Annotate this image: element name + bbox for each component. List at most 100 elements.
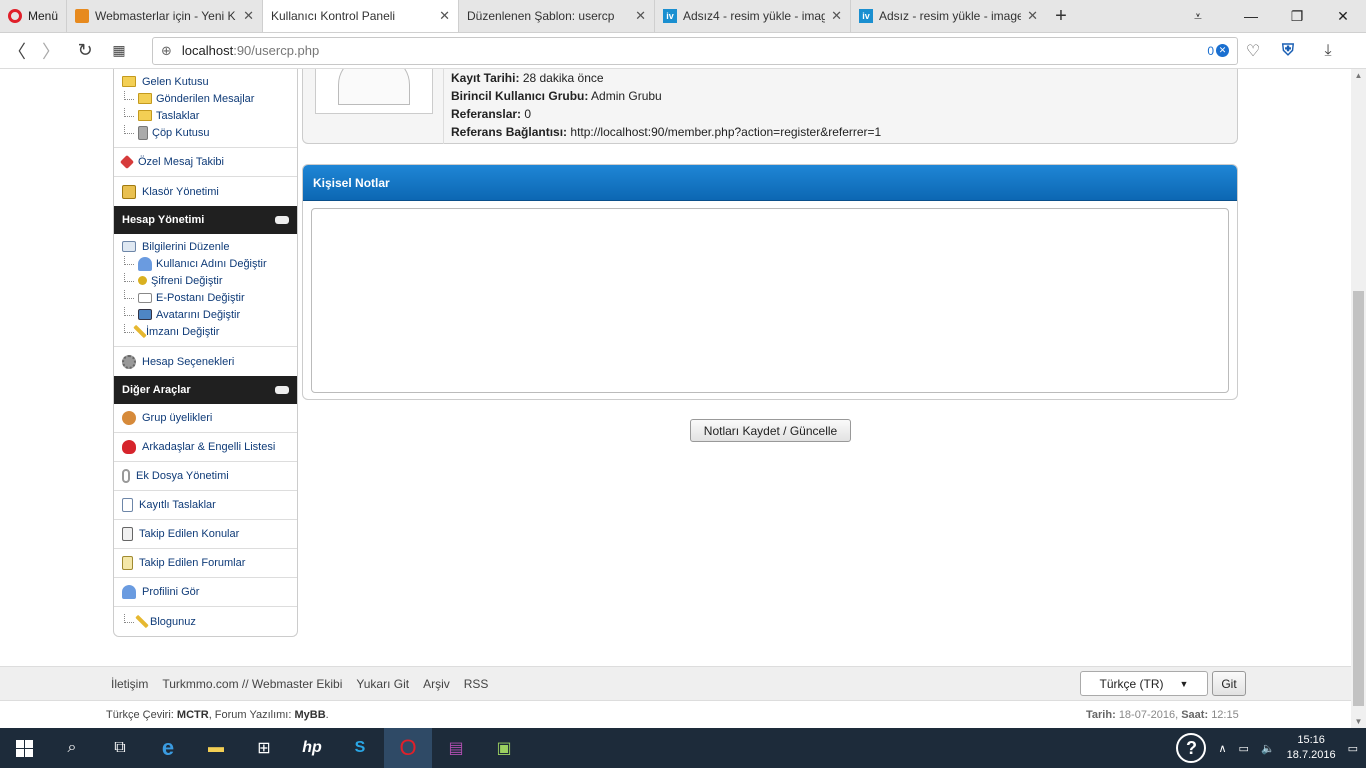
footer-link-top[interactable]: Yukarı Git	[356, 677, 409, 691]
other-section-header[interactable]: Diğer Araçlar	[114, 376, 297, 404]
edge-icon[interactable]: e	[144, 728, 192, 768]
store-icon[interactable]: ⊞	[240, 728, 288, 768]
sidebar-item-change-signature[interactable]: İmzanı Değiştir	[114, 323, 297, 340]
footer-link-contact[interactable]: İletişim	[111, 677, 148, 691]
language-select[interactable]: Türkçe (TR) ▼	[1080, 671, 1208, 696]
scroll-up-icon[interactable]: ▲	[1351, 71, 1366, 80]
sidebar-item-label: Şifreni Değiştir	[151, 274, 223, 287]
restore-icon[interactable]: ❐	[1274, 0, 1320, 32]
network-icon[interactable]: ▭	[1239, 742, 1249, 755]
bookmark-heart-icon[interactable]: ♡	[1238, 41, 1268, 61]
sidebar-item-buddy-list[interactable]: Arkadaşlar & Engelli Listesi	[114, 433, 297, 462]
section-title: Diğer Araçlar	[122, 384, 191, 396]
sidebar-item-sent[interactable]: Gönderilen Mesajlar	[114, 90, 297, 107]
sidebar-item-folders[interactable]: Klasör Yönetimi	[114, 177, 297, 206]
tab-menu-icon[interactable]: ⩡	[1168, 0, 1228, 32]
page-scrollbar[interactable]: ▲ ▼	[1351, 69, 1366, 728]
sidebar-item-options[interactable]: Hesap Seçenekleri	[114, 347, 297, 376]
mybb-link[interactable]: MyBB	[294, 709, 325, 721]
sidebar-item-blog[interactable]: Blogunuz	[114, 607, 297, 636]
sidebar-item-trash[interactable]: Çöp Kutusu	[114, 124, 297, 141]
scrollbar-thumb[interactable]	[1353, 291, 1364, 706]
sidebar-item-change-password[interactable]: Şifreni Değiştir	[114, 272, 297, 289]
tab-webmaster[interactable]: Webmasterlar için - Yeni K ✕	[66, 0, 262, 32]
url-text[interactable]: localhost:90/usercp.php	[182, 43, 1197, 58]
search-icon[interactable]: ⌕	[48, 728, 96, 768]
primary-group-row: Birincil Kullanıcı Grubu: Admin Grubu	[451, 89, 662, 103]
sidebar-item-edit-profile[interactable]: Bilgilerini Düzenle	[114, 238, 297, 255]
opera-taskbar-icon[interactable]: O	[384, 728, 432, 768]
forums-icon	[122, 556, 133, 570]
notes-textarea[interactable]	[311, 208, 1229, 393]
download-icon[interactable]: ⤓	[1308, 42, 1348, 60]
notepad-icon[interactable]: ▣	[480, 728, 528, 768]
sidebar-item-inbox[interactable]: Gelen Kutusu	[114, 73, 297, 90]
help-icon[interactable]: ?	[1176, 733, 1207, 763]
menu-label: Menü	[28, 9, 59, 23]
close-icon[interactable]: ✕	[831, 8, 842, 24]
footer-link-archive[interactable]: Arşiv	[423, 677, 450, 691]
new-tab-button[interactable]: +	[1046, 0, 1076, 32]
adblock-badge[interactable]: 0 ✕	[1207, 44, 1229, 58]
minimize-icon[interactable]: —	[1228, 0, 1274, 32]
language-go-button[interactable]: Git	[1212, 671, 1246, 696]
paperclip-icon	[122, 469, 130, 483]
collapse-toggle-icon[interactable]	[275, 216, 289, 224]
sidebar-item-subscribed-forums[interactable]: Takip Edilen Forumlar	[114, 549, 297, 578]
sidebar-item-saved-drafts[interactable]: Kayıtlı Taslaklar	[114, 491, 297, 520]
url-field[interactable]: ⊕ localhost:90/usercp.php 0 ✕	[152, 36, 1238, 65]
sidebar-item-view-profile[interactable]: Profilini Gör	[114, 578, 297, 607]
opera-menu-button[interactable]: Menü	[0, 0, 66, 32]
id-card-icon	[122, 241, 136, 252]
tab-imageupload-2[interactable]: iv Adsız - resim yükle - image ✕	[850, 0, 1046, 32]
sidebar-item-drafts[interactable]: Taslaklar	[114, 107, 297, 124]
back-icon[interactable]: 〈	[0, 38, 34, 64]
sidebar-item-change-username[interactable]: Kullanıcı Adını Değiştir	[114, 255, 297, 272]
hp-icon[interactable]: hp	[288, 728, 336, 768]
tab-usercp[interactable]: Kullanıcı Kontrol Paneli ✕	[0, 0, 458, 728]
close-icon[interactable]: ✕	[439, 8, 450, 24]
task-view-icon[interactable]: ⧉	[96, 728, 144, 768]
save-notes-button[interactable]: Notları Kaydet / Güncelle	[690, 419, 851, 442]
skype-icon[interactable]: S	[336, 728, 384, 768]
sidebar-item-attachments[interactable]: Ek Dosya Yönetimi	[114, 462, 297, 491]
sidebar-item-subscribed-threads[interactable]: Takip Edilen Konular	[114, 520, 297, 549]
registration-date-row: Kayıt Tarihi: 28 dakika önce	[451, 71, 604, 85]
sidebar-item-label: Özel Mesaj Takibi	[138, 156, 224, 168]
tab-imageupload-1[interactable]: iv Adsız4 - resim yükle - imag ✕	[654, 0, 850, 32]
close-icon[interactable]: ✕	[1027, 8, 1038, 24]
translator-link[interactable]: MCTR	[177, 709, 209, 721]
reload-icon[interactable]: ↻	[68, 40, 102, 61]
referral-link[interactable]: http://localhost:90/member.php?action=re…	[570, 125, 881, 139]
forward-icon[interactable]: 〉	[34, 38, 68, 64]
gear-icon	[122, 354, 136, 369]
account-section-header[interactable]: Hesap Yönetimi	[114, 206, 297, 234]
picture-icon	[138, 309, 152, 320]
tab-template-edit[interactable]: Düzenlenen Şablon: usercp ✕	[0, 0, 654, 728]
speed-dial-icon[interactable]: ▦	[102, 42, 136, 59]
tab-title: Düzenlenen Şablon: usercp	[467, 9, 615, 23]
notifications-icon[interactable]: ▭	[1348, 742, 1358, 755]
close-window-icon[interactable]: ✕	[1320, 0, 1366, 32]
close-icon[interactable]: ✕	[635, 8, 646, 24]
sidebar-item-pm-tracking[interactable]: Özel Mesaj Takibi	[114, 148, 297, 177]
vpn-shield-icon[interactable]: ⛨	[1268, 42, 1308, 60]
address-bar-row: 〈 〉 ↻ ▦ ⊕ localhost:90/usercp.php 0 ✕ ♡ …	[0, 33, 1366, 69]
sidebar-item-groups[interactable]: Grup üyelikleri	[114, 404, 297, 433]
footer-link-home[interactable]: Turkmmo.com // Webmaster Ekibi	[162, 677, 342, 691]
sidebar-item-change-email[interactable]: E-Postanı Değiştir	[114, 289, 297, 306]
volume-icon[interactable]: 🔈	[1261, 742, 1275, 755]
browser-tab-bar: Menü Webmasterlar için - Yeni K ✕ Kullan…	[0, 0, 1366, 728]
collapse-toggle-icon[interactable]	[275, 386, 289, 394]
chevron-down-icon: ▼	[1179, 678, 1189, 689]
windows-start-icon[interactable]	[0, 728, 48, 768]
file-explorer-icon[interactable]: ▬	[192, 728, 240, 768]
taskbar-clock[interactable]: 15:16 18.7.2016	[1287, 733, 1336, 763]
chevron-up-icon[interactable]: ∧	[1218, 742, 1226, 755]
winrar-icon[interactable]: ▤	[432, 728, 480, 768]
footer-link-rss[interactable]: RSS	[464, 677, 489, 691]
sidebar-item-change-avatar[interactable]: Avatarını Değiştir	[114, 306, 297, 323]
scroll-down-icon[interactable]: ▼	[1351, 717, 1366, 726]
close-icon[interactable]: ✕	[243, 8, 254, 24]
adblock-shield-icon: ✕	[1216, 44, 1229, 57]
